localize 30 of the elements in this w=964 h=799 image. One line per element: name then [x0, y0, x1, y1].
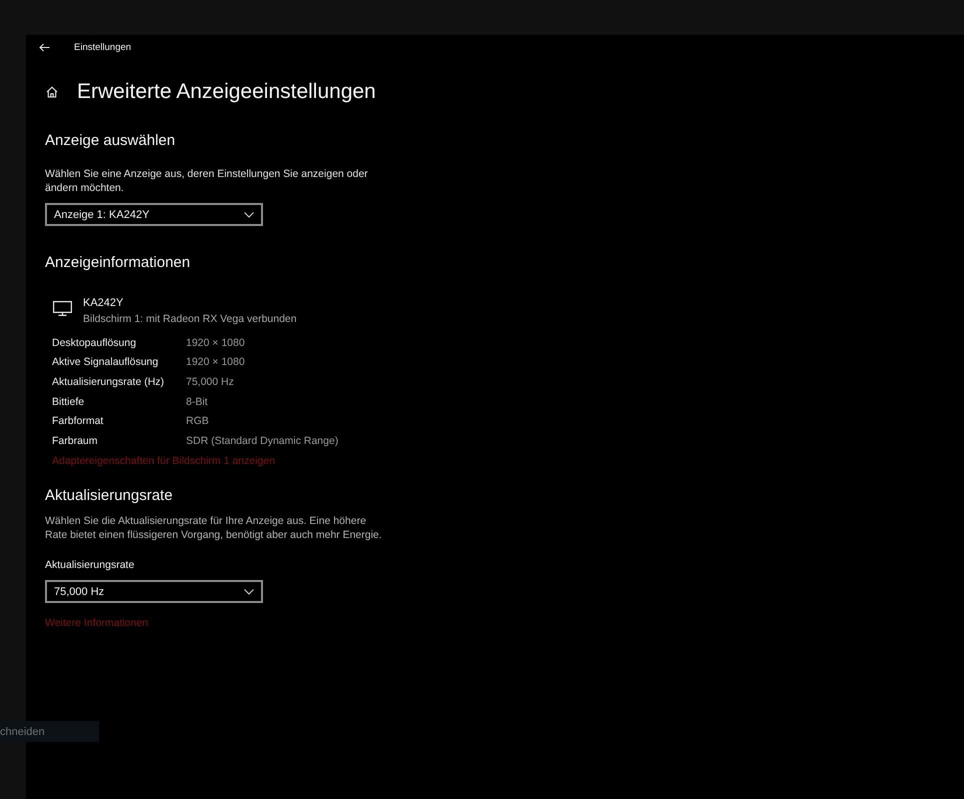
- window-title: Einstellungen: [74, 42, 132, 53]
- info-value: 8-Bit: [186, 396, 208, 408]
- home-icon: [46, 86, 58, 98]
- info-value: SDR (Standard Dynamic Range): [186, 434, 338, 447]
- info-label: Bittiefe: [52, 396, 84, 408]
- chevron-down-icon: [244, 588, 254, 595]
- info-value: 1920 × 1080: [186, 356, 245, 368]
- section-heading: Aktualisierungsrate: [45, 486, 173, 506]
- description-text: Wählen Sie eine Anzeige aus, deren Einstellungen Sie anzeigen oder ändern möchten.: [45, 167, 369, 195]
- arrow-left-icon: [39, 43, 50, 52]
- monitor-icon: [53, 301, 72, 316]
- tooltip-text: chneiden: [0, 726, 45, 738]
- monitor-name: KA242Y: [83, 296, 124, 311]
- monitor-connection: Bildschirm 1: mit Radeon RX Vega verbunden: [83, 312, 297, 327]
- page-title: Erweiterte Anzeigeeinstellungen: [77, 79, 376, 105]
- section-heading: Anzeigeinformationen: [45, 253, 190, 273]
- info-label: Farbformat: [52, 415, 104, 428]
- info-label: Aktualisierungsrate (Hz): [52, 376, 164, 388]
- field-label: Aktualisierungsrate: [45, 558, 134, 574]
- info-value: 1920 × 1080: [186, 336, 245, 349]
- info-label: Aktive Signalauflösung: [52, 356, 158, 368]
- section-heading: Anzeige auswählen: [45, 131, 176, 151]
- info-value: 75,000 Hz: [186, 376, 234, 388]
- info-label: Farbraum: [52, 434, 98, 447]
- dropdown[interactable]: Anzeige 1: KA242Y: [45, 203, 263, 226]
- info-label: Desktopauflösung: [52, 336, 136, 349]
- dropdown[interactable]: 75,000 Hz: [45, 580, 263, 604]
- chevron-down-icon: [244, 212, 254, 218]
- description-text: Wählen Sie die Aktualisierungsrate für Ihre Anzeige aus. Eine höhere Rate bietet einen flüssigeren Vorgang, benötigt aber auch mehr Energie.: [45, 514, 383, 542]
- info-value: RGB: [186, 415, 209, 428]
